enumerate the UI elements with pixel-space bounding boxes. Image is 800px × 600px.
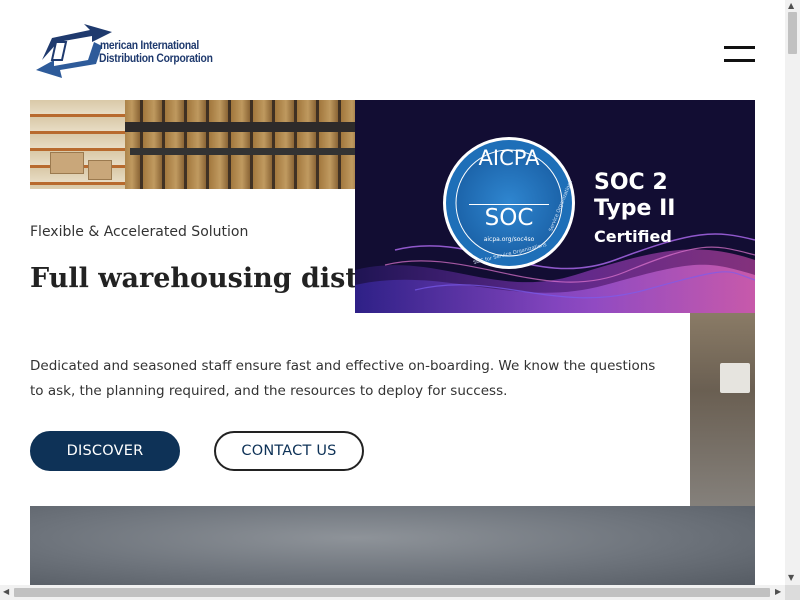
soc-circle-label: SOC [469, 204, 549, 231]
company-logo[interactable]: merican International Distribution Corpo… [32, 20, 232, 80]
scroll-left-arrow-icon[interactable]: ◀ [3, 588, 9, 596]
hero-description: Dedicated and seasoned staff ensure fast… [30, 358, 656, 399]
warehouse-box [50, 152, 84, 174]
warehouse-floor [30, 506, 755, 585]
scroll-up-arrow-icon[interactable]: ▲ [788, 2, 794, 10]
badge-graphic [355, 100, 755, 313]
soc2-title-line2: Type II [594, 196, 676, 221]
logo-line-2: Distribution Corporation [99, 50, 213, 65]
scrollbar-corner [785, 585, 800, 600]
aicpa-label: AICPA [478, 146, 540, 170]
horizontal-scrollbar-thumb[interactable] [14, 588, 770, 597]
soc2-title-line1: SOC 2 [594, 170, 668, 195]
warehouse-box [88, 160, 112, 180]
contact-us-button[interactable]: CONTACT US [214, 431, 364, 471]
scroll-down-arrow-icon[interactable]: ▼ [788, 574, 794, 582]
aicpa-url: aicpa.org/soc4so [483, 236, 535, 243]
pallet-wrap [720, 363, 750, 393]
menu-bar-bottom [724, 59, 755, 62]
warehouse-background [690, 313, 755, 508]
menu-bar-top [724, 46, 755, 49]
hero-eyebrow: Flexible & Accelerated Solution [30, 224, 249, 240]
hamburger-menu-icon[interactable] [724, 44, 756, 66]
soc2-title-line3: Certified [594, 227, 672, 246]
ceiling-beam [130, 148, 390, 155]
vertical-scrollbar[interactable] [785, 0, 800, 585]
vertical-scrollbar-thumb[interactable] [788, 12, 797, 54]
soc2-title: SOC 2 Type II Certified [594, 170, 675, 250]
ceiling-beam [90, 122, 390, 132]
discover-button[interactable]: DISCOVER [30, 431, 180, 471]
scroll-right-arrow-icon[interactable]: ▶ [775, 588, 781, 596]
soc2-certification-badge: AICPA SOC aicpa.org/soc4so SOC for Servi… [355, 100, 755, 313]
